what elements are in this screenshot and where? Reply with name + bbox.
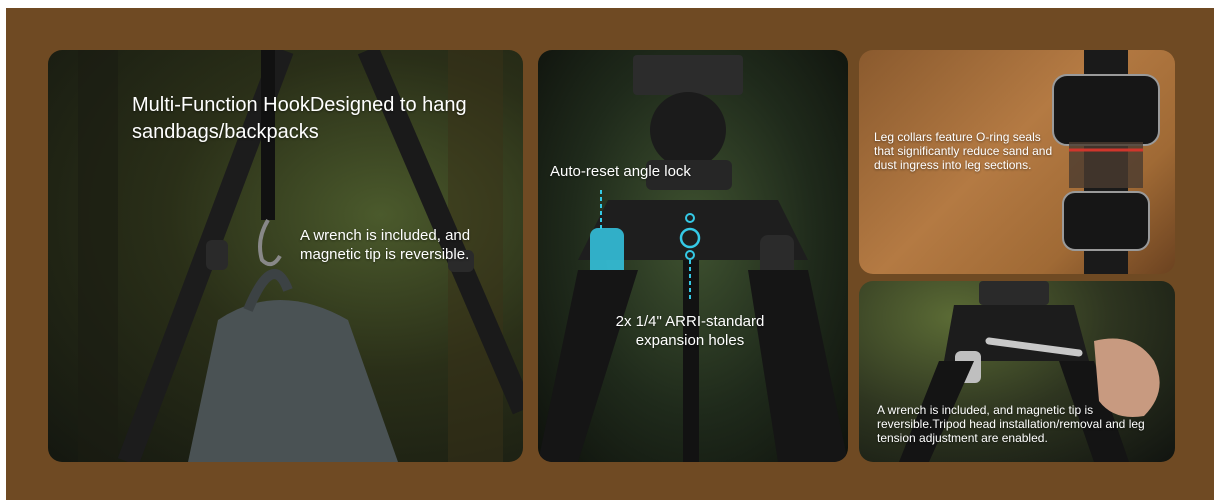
leg-collar-left — [206, 240, 228, 270]
collar-lower — [1062, 191, 1150, 251]
tripod-head-panel: Auto-reset angle lock 2x 1/4" ARRI-stand… — [538, 50, 848, 462]
hook — [258, 218, 282, 267]
quick-release-plate — [633, 55, 743, 95]
angle-lock-label: Auto-reset angle lock — [550, 163, 691, 180]
carbon-leg-left — [538, 270, 638, 462]
wrench-note: A wrench is included, and magnetic tip i… — [300, 227, 471, 263]
tripod-head-illustration — [538, 55, 848, 462]
ball-head — [650, 92, 726, 168]
collar-upper — [1052, 74, 1160, 146]
wrench-usage-panel: A wrench is included, and magnetic tip i… — [859, 281, 1175, 462]
tree-trunk-left — [78, 50, 118, 462]
expansion-holes-label: 2x 1/4" ARRI-standard expansion holes — [615, 313, 765, 349]
hook-title: Multi-Function HookDesigned to hang sand… — [132, 94, 467, 143]
hook-photo-panel: Multi-Function HookDesigned to hang sand… — [48, 50, 523, 462]
carbon-leg-right — [748, 270, 848, 462]
wrench-caption: A wrench is included, and magnetic tip i… — [877, 403, 1145, 445]
collar-caption: Leg collars feature O-ring seals that si… — [874, 130, 1053, 172]
backpack — [188, 300, 398, 462]
leg-collar-panel: Leg collars feature O-ring seals that si… — [859, 50, 1175, 274]
panning-base — [979, 281, 1049, 305]
